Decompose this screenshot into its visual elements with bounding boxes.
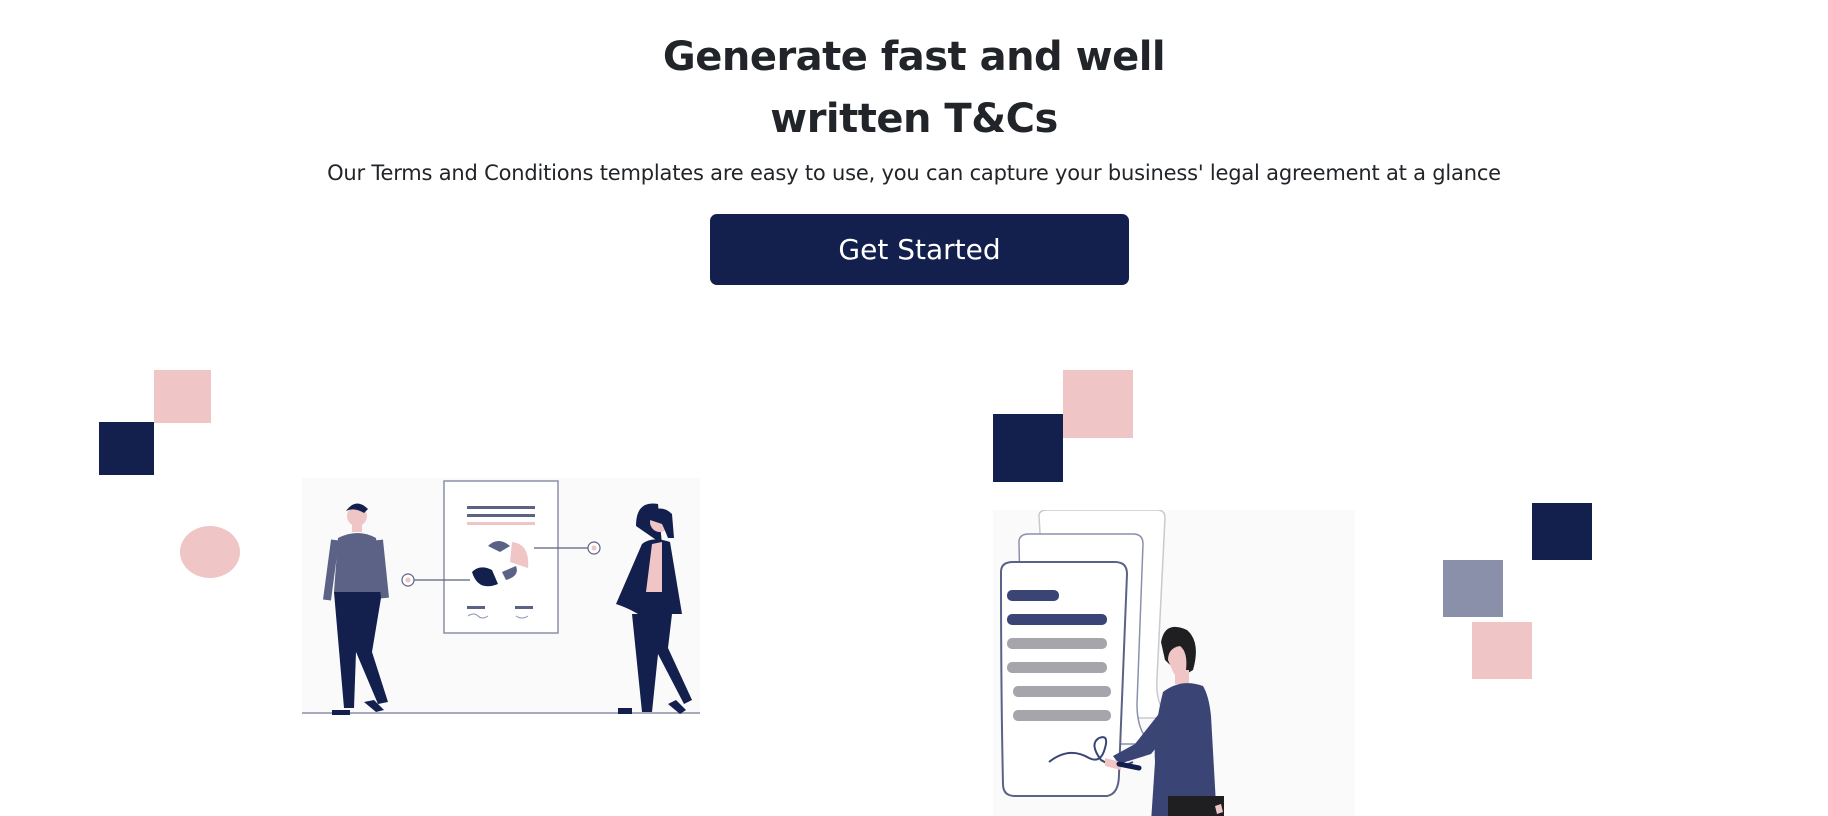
decor-pink-square	[154, 370, 211, 423]
man-signing-scroll-document-illustration	[993, 510, 1355, 816]
decor-pink-square	[1472, 622, 1532, 679]
decor-navy-square	[1532, 503, 1592, 560]
decor-slate-square	[1443, 560, 1503, 617]
two-people-reviewing-document-illustration	[302, 478, 700, 715]
decor-navy-square	[993, 414, 1063, 482]
decor-pink-circle	[180, 526, 240, 578]
decor-pink-square	[1063, 370, 1133, 438]
hero-subtitle: Our Terms and Conditions templates are e…	[327, 161, 1501, 185]
decor-navy-square	[99, 422, 154, 475]
hero-title-line-2: written T&Cs	[770, 96, 1058, 142]
hero-title-line-1: Generate fast and well	[662, 34, 1166, 80]
hero-title: Generate fast and well written T&Cs	[0, 26, 1828, 150]
get-started-button[interactable]: Get Started	[710, 214, 1129, 285]
